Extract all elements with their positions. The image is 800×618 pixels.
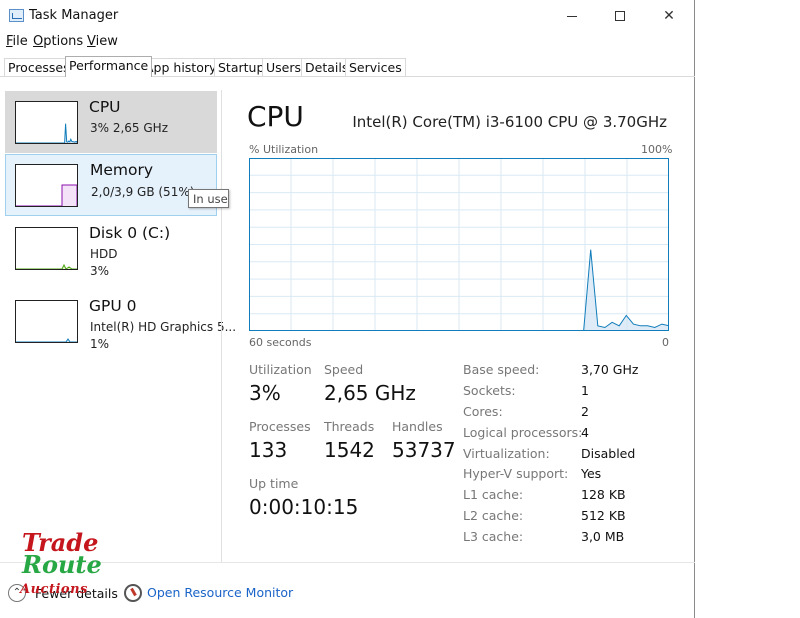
- tab-users[interactable]: Users: [262, 58, 306, 77]
- sidebar-item-subtitle: HDD: [90, 247, 118, 261]
- sidebar-item-subtitle: Intel(R) HD Graphics 5...: [90, 320, 237, 334]
- threads-value: 1542: [324, 438, 375, 462]
- utilization-label: Utilization: [249, 362, 312, 377]
- sidebar-item-usage: 3%: [90, 264, 110, 278]
- page-title: CPU: [247, 100, 304, 133]
- tab-startup[interactable]: Startup: [214, 58, 269, 77]
- tab-services[interactable]: Services: [345, 58, 406, 77]
- processes-label: Processes: [249, 419, 311, 434]
- graph-y-max-label: 100%: [641, 143, 673, 156]
- info-value: 512 KB: [581, 508, 626, 523]
- close-button[interactable]: ✕: [646, 0, 692, 32]
- info-label: Hyper-V support:: [463, 466, 569, 481]
- graph-x-left-label: 60 seconds: [249, 336, 312, 349]
- info-value: 2: [581, 404, 589, 419]
- info-value: 3,0 MB: [581, 529, 625, 544]
- close-icon: ✕: [663, 8, 675, 24]
- memory-thumbnail: [15, 164, 78, 207]
- tab-app-history[interactable]: App history: [141, 58, 221, 77]
- resource-monitor-icon[interactable]: [124, 584, 142, 602]
- info-value: Disabled: [581, 446, 636, 461]
- footer-divider: [0, 562, 695, 563]
- menu-options[interactable]: Options: [33, 34, 83, 49]
- info-value: 128 KB: [581, 487, 626, 502]
- sidebar-item-cpu[interactable]: CPU 3% 2,65 GHz: [5, 91, 217, 153]
- open-resource-monitor-link[interactable]: Open Resource Monitor: [147, 585, 293, 600]
- info-label: Logical processors:: [463, 425, 583, 440]
- gpu-thumbnail-graph: [16, 338, 77, 343]
- info-value: 4: [581, 425, 589, 440]
- info-label: L1 cache:: [463, 487, 524, 502]
- title-bar[interactable]: Task Manager ✕: [0, 0, 695, 32]
- processes-value: 133: [249, 438, 288, 462]
- resource-list: CPU 3% 2,65 GHz Memory 2,0/3,9 GB (51%) …: [0, 77, 236, 562]
- info-label: L2 cache:: [463, 508, 524, 523]
- window-title: Task Manager: [29, 8, 119, 23]
- speed-label: Speed: [324, 362, 364, 377]
- menu-view[interactable]: View: [87, 34, 118, 49]
- sidebar-item-title: CPU: [89, 98, 121, 116]
- handles-value: 53737: [392, 438, 456, 462]
- watermark-line: Auctions: [20, 582, 88, 597]
- info-label: Sockets:: [463, 383, 516, 398]
- info-label: Virtualization:: [463, 446, 550, 461]
- tab-processes[interactable]: Processes: [4, 58, 74, 77]
- memory-thumbnail-graph: [16, 184, 78, 207]
- sidebar-item-gpu[interactable]: GPU 0 Intel(R) HD Graphics 5... 1%: [5, 290, 236, 352]
- sidebar-item-disk[interactable]: Disk 0 (C:) HDD 3%: [5, 217, 217, 279]
- handles-label: Handles: [392, 419, 443, 434]
- sidebar-item-memory[interactable]: Memory 2,0/3,9 GB (51%): [5, 154, 217, 216]
- utilization-value: 3%: [249, 381, 281, 405]
- uptime-label: Up time: [249, 476, 299, 491]
- tab-performance[interactable]: Performance: [65, 56, 153, 77]
- info-label: L3 cache:: [463, 529, 524, 544]
- tab-strip: Processes Performance App history Startu…: [4, 56, 694, 77]
- gpu-thumbnail: [15, 300, 78, 343]
- sidebar-item-subtitle: 3% 2,65 GHz: [90, 121, 169, 135]
- sidebar-item-subtitle: 2,0/3,9 GB (51%): [91, 185, 195, 199]
- sidebar-item-title: GPU 0: [89, 297, 137, 315]
- graph-y-label: % Utilization: [249, 143, 319, 156]
- disk-thumbnail-graph: [16, 263, 77, 270]
- threads-label: Threads: [324, 419, 375, 434]
- sidebar-item-title: Memory: [90, 161, 154, 179]
- minimize-button[interactable]: [549, 0, 595, 32]
- watermark-logo: Trade Route Auctions: [12, 528, 102, 608]
- graph-x-right-label: 0: [662, 336, 669, 349]
- info-label: Cores:: [463, 404, 503, 419]
- task-manager-window: Task Manager ✕ File Options View Process…: [0, 0, 695, 618]
- speed-value: 2,65 GHz: [324, 381, 416, 405]
- sidebar-item-title: Disk 0 (C:): [89, 224, 171, 242]
- maximize-button[interactable]: [597, 0, 643, 32]
- info-value: 1: [581, 383, 589, 398]
- watermark-line: Route: [22, 550, 102, 579]
- menu-bar: File Options View: [0, 32, 695, 52]
- info-value: Yes: [581, 466, 602, 481]
- uptime-value: 0:00:10:15: [249, 495, 359, 519]
- sidebar-item-usage: 1%: [90, 337, 110, 351]
- panel-divider: [221, 90, 222, 562]
- minimize-icon: [567, 15, 577, 17]
- disk-thumbnail: [15, 227, 78, 270]
- maximize-icon: [615, 11, 625, 21]
- cpu-graph-svg: [249, 158, 670, 332]
- info-label: Base speed:: [463, 362, 540, 377]
- menu-file[interactable]: File: [6, 34, 28, 49]
- cpu-model-name: Intel(R) Core(TM) i3-6100 CPU @ 3.70GHz: [352, 113, 667, 131]
- task-manager-app-icon: [9, 9, 24, 22]
- info-value: 3,70 GHz: [581, 362, 639, 377]
- cpu-utilization-graph: [249, 158, 670, 332]
- in-use-tooltip: In use: [188, 189, 229, 208]
- cpu-thumbnail-graph: [16, 123, 78, 144]
- cpu-thumbnail: [15, 101, 78, 144]
